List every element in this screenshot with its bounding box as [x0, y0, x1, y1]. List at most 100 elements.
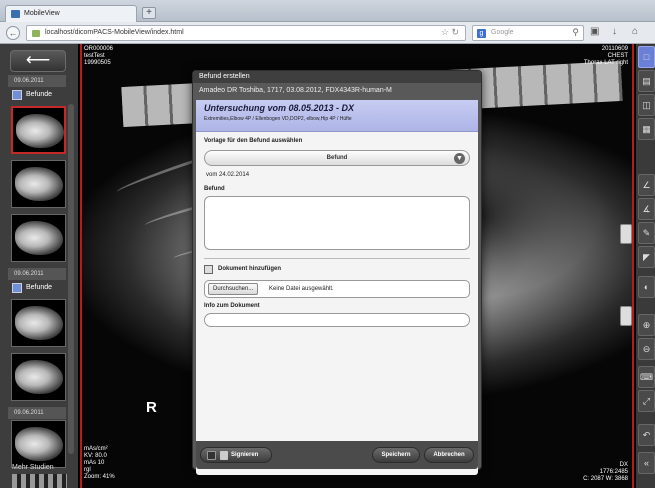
- study-date: 09.06.2011: [8, 268, 66, 280]
- series-thumbnail[interactable]: [11, 106, 66, 154]
- document-info-input[interactable]: [204, 313, 470, 327]
- annotation-icon[interactable]: ✎: [638, 222, 655, 244]
- orientation-marker: R: [146, 399, 157, 416]
- dialog-footer: Signieren Speichern Abbrechen: [196, 441, 478, 469]
- document-icon: [204, 265, 213, 274]
- overlay-text: mAs/cm²: [84, 446, 108, 452]
- study-date: 09.06.2011: [8, 75, 66, 87]
- study-date: 09.06.2011: [8, 407, 66, 419]
- download-icon[interactable]: ↓: [612, 26, 617, 37]
- browser-navbar: ← localhost/dicomPACS-MobileView/index.h…: [0, 22, 655, 44]
- no-file-text: Keine Datei ausgewählt.: [269, 286, 334, 292]
- window-level-icon[interactable]: ◐: [638, 276, 655, 298]
- befunde-button[interactable]: Befunde: [10, 281, 68, 295]
- report-form: Untersuchung vom 08.05.2013 - DX Extremi…: [196, 100, 478, 475]
- exam-title: Untersuchung vom 08.05.2013 - DX: [204, 103, 355, 113]
- befunde-button[interactable]: Befunde: [10, 88, 68, 102]
- back-arrow-icon: ⟵: [25, 50, 51, 69]
- collapse-icon[interactable]: «: [638, 452, 655, 474]
- keyboard-icon[interactable]: ⌨: [638, 366, 655, 388]
- series-thumbnail[interactable]: [11, 214, 66, 262]
- browser-tab[interactable]: MobileView: [5, 5, 137, 22]
- zoom-in-icon[interactable]: ⊕: [638, 314, 655, 336]
- layout-grid-icon[interactable]: ▦: [638, 118, 655, 140]
- browser-titlebar: MobileView +: [0, 0, 655, 22]
- file-input[interactable]: Durchsuchen... Keine Datei ausgewählt.: [204, 280, 470, 298]
- template-date: vom 24.02.2014: [206, 172, 250, 178]
- overlay-text: 20110609: [601, 46, 628, 52]
- browse-button[interactable]: Durchsuchen...: [208, 283, 259, 295]
- befund-label: Befund: [204, 186, 225, 192]
- search-placeholder: Google: [491, 29, 514, 36]
- cancel-button[interactable]: Abbrechen: [424, 447, 474, 463]
- divider: [204, 258, 470, 259]
- befunde-label: Befunde: [26, 284, 53, 291]
- home-icon[interactable]: ⌂: [632, 26, 638, 37]
- back-button[interactable]: ⟵: [10, 50, 66, 72]
- template-value: Befund: [326, 155, 348, 161]
- sign-label: Signieren: [231, 452, 259, 458]
- befund-textarea[interactable]: [204, 196, 470, 250]
- signature-icon: [220, 451, 228, 460]
- site-icon: [32, 30, 40, 37]
- crop-icon[interactable]: ◤: [638, 246, 655, 268]
- undo-icon[interactable]: ↶: [638, 424, 655, 446]
- zoom-out-icon[interactable]: ⊖: [638, 338, 655, 360]
- panel-handle[interactable]: [620, 224, 632, 244]
- google-icon: g: [477, 29, 486, 38]
- report-icon: [12, 283, 22, 293]
- overlay-top-right: 20110609 CHEST Thorax LAT right: [584, 46, 628, 67]
- sign-button[interactable]: Signieren: [200, 447, 272, 463]
- dialog-title: Befund erstellen: [193, 71, 481, 83]
- befunde-label: Befunde: [26, 91, 53, 98]
- overlay-top-left: OR000006 testTest 19990505: [84, 46, 113, 67]
- bookmarks-icon[interactable]: ▣: [590, 26, 599, 37]
- device-info: Amadeo DR Toshiba, 1717, 03.08.2012, FDX…: [199, 87, 392, 94]
- app-area: ⟵ 09.06.2011 Befunde 09.06.2011 Befunde …: [0, 44, 655, 488]
- more-studies-thumbnails[interactable]: [12, 474, 67, 488]
- series-thumbnail[interactable]: [11, 299, 66, 347]
- back-arrow-icon[interactable]: ←: [6, 26, 20, 40]
- search-bar[interactable]: g Google ⚲: [472, 25, 584, 41]
- new-tab-button[interactable]: +: [142, 7, 156, 19]
- chevron-down-icon: ▼: [454, 153, 465, 164]
- overlay-text: mAs 10: [84, 460, 105, 466]
- sidebar-scrollbar[interactable]: [68, 104, 74, 454]
- layout-single-icon[interactable]: □: [638, 46, 655, 68]
- overlay-text: Thorax LAT right: [583, 60, 628, 66]
- series-thumbnail[interactable]: [11, 160, 66, 208]
- exam-header: Untersuchung vom 08.05.2013 - DX Extremi…: [196, 100, 478, 132]
- sign-checkbox[interactable]: [207, 451, 216, 460]
- overlay-bottom-left: mAs/cm² KV: 80.0 mAs 10 rgl Zoom: 41%: [84, 446, 115, 481]
- search-icon[interactable]: ⚲: [572, 27, 579, 38]
- overlay-text: rgl: [84, 467, 91, 473]
- series-thumbnail[interactable]: [11, 420, 66, 468]
- layout-rows-icon[interactable]: ▤: [638, 70, 655, 92]
- fit-screen-icon[interactable]: ⤢: [638, 390, 655, 412]
- screen: MobileView + ← localhost/dicomPACS-Mobil…: [0, 0, 655, 488]
- layout-split-icon[interactable]: ◫: [638, 94, 655, 116]
- save-button[interactable]: Speichern: [372, 447, 420, 463]
- tab-title: MobileView: [24, 10, 60, 17]
- measure-icon[interactable]: ∠: [638, 174, 655, 196]
- exam-subtitle: Extremities,Elbow 4P / Ellenbogen VD,DOP…: [204, 116, 352, 122]
- document-info-label: Info zum Dokument: [204, 303, 260, 309]
- overlay-text: CHEST: [607, 53, 628, 59]
- template-label: Vorlage für den Befund auswählen: [204, 138, 303, 144]
- overlay-bottom-right: DX 1776:2485 C: 2087 W: 3868: [583, 462, 628, 483]
- add-document-row: Dokument hinzufügen: [204, 265, 281, 274]
- overlay-text: KV: 80.0: [84, 453, 107, 459]
- template-select[interactable]: Befund ▼: [204, 150, 470, 166]
- overlay-text: 1776:2485: [599, 469, 628, 475]
- bookmark-star-icon[interactable]: ☆ ↻: [441, 27, 459, 38]
- overlay-text: C: 2087 W: 3868: [583, 476, 628, 482]
- panel-handle[interactable]: [620, 306, 632, 326]
- report-dialog: Befund erstellen Amadeo DR Toshiba, 1717…: [192, 70, 482, 475]
- angle-icon[interactable]: ∡: [638, 198, 655, 220]
- more-studies-label[interactable]: Mehr Studien: [12, 464, 54, 471]
- url-bar[interactable]: localhost/dicomPACS-MobileView/index.htm…: [26, 25, 466, 41]
- overlay-text: 19990505: [84, 60, 111, 66]
- overlay-text: DX: [619, 462, 628, 468]
- series-thumbnail[interactable]: [11, 353, 66, 401]
- overlay-text: Zoom: 41%: [84, 474, 115, 480]
